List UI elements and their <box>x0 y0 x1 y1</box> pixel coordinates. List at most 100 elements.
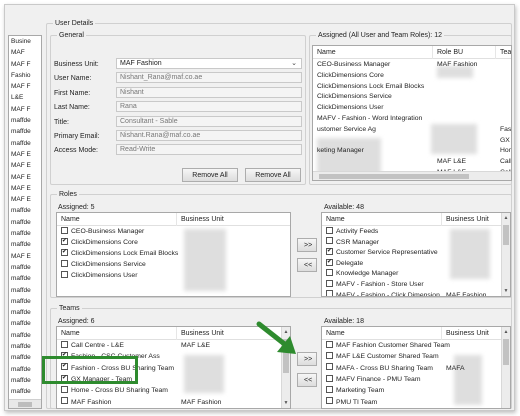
row-checkbox[interactable] <box>326 363 333 371</box>
user-list-item[interactable]: MAF F <box>9 104 41 115</box>
user-list-item[interactable]: maffde <box>9 138 41 149</box>
user-list-item[interactable]: maffde <box>9 330 41 341</box>
user-list-item[interactable]: maffde <box>9 126 41 137</box>
table-row[interactable]: keting Manager Home <box>313 146 511 157</box>
user-list-item[interactable]: MAF E <box>9 149 41 160</box>
col-name[interactable]: Name <box>57 213 177 226</box>
row-checkbox[interactable] <box>61 259 68 267</box>
col-name[interactable]: Name <box>313 46 433 59</box>
user-list-item[interactable]: maffde <box>9 115 41 126</box>
table-row[interactable]: PMU TI Team <box>322 397 503 409</box>
row-checkbox[interactable] <box>326 226 333 234</box>
col-name[interactable]: Name <box>322 213 442 226</box>
table-row[interactable]: ustomer Service Ag Fashi <box>313 125 511 136</box>
assigned-all-grid[interactable]: Name Role BU Team CEO-Business Manager MA… <box>312 45 512 181</box>
primary-email-field[interactable]: Nishant.Rana@maf.co.ae <box>116 130 302 141</box>
col-name[interactable]: Name <box>57 327 177 340</box>
user-list-item[interactable]: MAF E <box>9 194 41 205</box>
table-row[interactable]: MAFV - Fashion - Store User <box>322 279 503 291</box>
scroll-down-icon[interactable]: ▼ <box>282 399 290 407</box>
table-row[interactable]: MAF L&E Call C <box>313 157 511 168</box>
row-checkbox[interactable] <box>326 385 333 393</box>
row-checkbox[interactable] <box>326 352 333 359</box>
user-list-item[interactable]: maffde <box>9 364 41 375</box>
user-list-item[interactable]: maffde <box>9 285 41 296</box>
scroll-up-icon[interactable]: ▲ <box>502 328 510 336</box>
row-checkbox[interactable] <box>326 237 333 245</box>
table-row[interactable]: ClickDimensions Service <box>313 92 511 103</box>
table-row[interactable]: ClickDimensions User <box>313 103 511 114</box>
row-checkbox[interactable] <box>61 397 68 405</box>
col-business-unit[interactable]: Business Unit <box>177 213 290 226</box>
table-row[interactable]: MAFV - Fashion - Click Dimension ... MAF … <box>322 290 503 296</box>
row-checkbox[interactable] <box>326 279 333 287</box>
table-row[interactable]: MAFA - Cross BU Sharing Team MAFA <box>322 363 503 375</box>
user-list-item[interactable]: MAF F <box>9 81 41 92</box>
user-list-item[interactable]: maffde <box>9 205 41 216</box>
user-list-item[interactable]: maffde <box>9 273 41 284</box>
user-list-item[interactable]: maffde <box>9 262 41 273</box>
table-row[interactable]: Home - Cross BU Sharing Team <box>57 385 283 397</box>
row-checkbox[interactable] <box>61 385 68 393</box>
user-list-item[interactable]: MAF E <box>9 172 41 183</box>
table-row[interactable]: Knowledge Manager <box>322 269 503 280</box>
row-checkbox[interactable] <box>61 340 68 348</box>
teams-available-vscroll[interactable]: ▲ <box>501 327 510 408</box>
row-checkbox[interactable]: ✔ <box>326 247 333 255</box>
user-name-field[interactable]: Nishant_Rana@maf.co.ae <box>116 72 302 83</box>
table-row[interactable]: CSR Manager <box>322 237 503 249</box>
user-list-item[interactable]: maffde <box>9 352 41 363</box>
table-row[interactable]: MAF Fashion MAF Fashion <box>57 397 283 409</box>
roles-available-grid[interactable]: Name Business Unit Activity Feeds CSR Man… <box>321 212 511 297</box>
user-list-item[interactable]: MAF E <box>9 160 41 171</box>
business-unit-select[interactable]: MAF Fashion ⌄ <box>116 58 302 69</box>
user-list-item[interactable]: maffde <box>9 217 41 228</box>
teams-available-grid[interactable]: Name Business Unit MAF Fashion Customer … <box>321 326 511 409</box>
user-list-item[interactable]: Fashio <box>9 70 41 81</box>
row-checkbox[interactable] <box>61 270 68 278</box>
user-list-item[interactable]: maffde <box>9 375 41 386</box>
roles-add-button[interactable]: >> <box>297 238 317 252</box>
roles-assigned-grid[interactable]: Name Business Unit CEO-Business Manager ✔… <box>56 212 291 297</box>
row-checkbox[interactable]: ✔ <box>326 258 333 266</box>
last-name-field[interactable]: Rana <box>116 101 302 112</box>
remove-all-button-1[interactable]: Remove All <box>182 168 238 182</box>
table-row[interactable]: CEO-Business Manager MAF Fashion <box>313 60 511 71</box>
table-row[interactable]: ✔ ClickDimensions Lock Email Blocks <box>57 248 290 260</box>
access-mode-field[interactable]: Read-Write <box>116 144 302 155</box>
table-row[interactable]: MAF L&E Customer Shared Team <box>322 352 503 363</box>
user-list-item[interactable]: maffde <box>9 239 41 250</box>
first-name-field[interactable]: Nishant <box>116 87 302 98</box>
table-row[interactable]: Activity Feeds <box>322 226 503 238</box>
row-checkbox[interactable] <box>326 269 333 277</box>
remove-all-button-2[interactable]: Remove All <box>245 168 301 182</box>
row-checkbox[interactable] <box>326 290 333 296</box>
user-list-item[interactable]: maffde <box>9 318 41 329</box>
table-row[interactable]: ClickDimensions Core <box>313 71 511 82</box>
assigned-all-hscroll[interactable] <box>313 171 511 180</box>
row-checkbox[interactable] <box>61 226 68 234</box>
user-list-item[interactable]: maffde <box>9 386 41 397</box>
user-list-item[interactable]: Busine <box>9 36 41 47</box>
user-list-item[interactable]: MAF <box>9 47 41 58</box>
user-list-item[interactable]: maffde <box>9 341 41 352</box>
user-list-item[interactable]: maffde <box>9 296 41 307</box>
user-list-item[interactable]: MAF E <box>9 251 41 262</box>
row-checkbox[interactable] <box>326 374 333 382</box>
title-field[interactable]: Consultant - Sable <box>116 116 302 127</box>
col-role-bu[interactable]: Role BU <box>433 46 496 59</box>
table-row[interactable]: ✔ Delegate <box>322 258 503 270</box>
user-list-item[interactable]: maffde <box>9 228 41 239</box>
teams-remove-button[interactable]: << <box>297 373 317 387</box>
roles-available-vscroll[interactable]: ▲ ▼ <box>501 213 510 296</box>
table-row[interactable]: MAF Fashion Customer Shared Team <box>322 340 503 352</box>
table-row[interactable]: MAFV Finance - PMU Team <box>322 374 503 386</box>
row-checkbox[interactable]: ✔ <box>61 237 68 245</box>
col-name[interactable]: Name <box>322 327 442 340</box>
users-list-scrollbar[interactable] <box>9 399 41 408</box>
user-list-item[interactable]: MAF E <box>9 183 41 194</box>
scroll-down-icon[interactable]: ▼ <box>502 287 510 295</box>
col-team[interactable]: Team <box>496 46 511 59</box>
user-list-item[interactable]: maffde <box>9 307 41 318</box>
row-checkbox[interactable] <box>326 340 333 348</box>
